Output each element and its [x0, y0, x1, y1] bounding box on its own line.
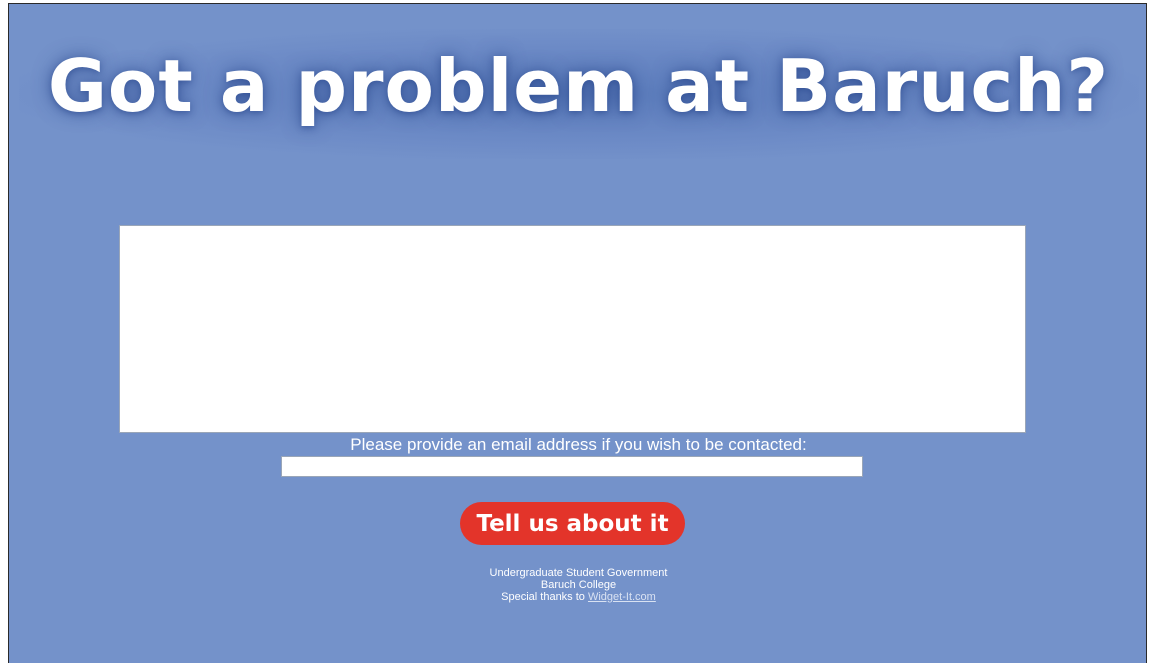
problem-message-textarea[interactable] [119, 225, 1026, 433]
page-frame: Got a problem at Baruch? Please provide … [8, 3, 1147, 663]
email-field[interactable] [281, 456, 863, 477]
email-label: Please provide an email address if you w… [350, 435, 807, 454]
footer-college-line: Baruch College [540, 579, 617, 591]
widget-it-link[interactable]: Widget-It.com [588, 591, 656, 603]
footer-thanks-line: Special thanks to Widget-It.com [9, 591, 1146, 603]
footer-org-line: Undergraduate Student Government [489, 567, 668, 579]
footer: Undergraduate Student Government Baruch … [9, 567, 1146, 603]
footer-thanks-prefix: Special thanks to [501, 591, 588, 603]
page-title: Got a problem at Baruch? [47, 44, 1110, 128]
submit-button[interactable]: Tell us about it [460, 502, 685, 545]
